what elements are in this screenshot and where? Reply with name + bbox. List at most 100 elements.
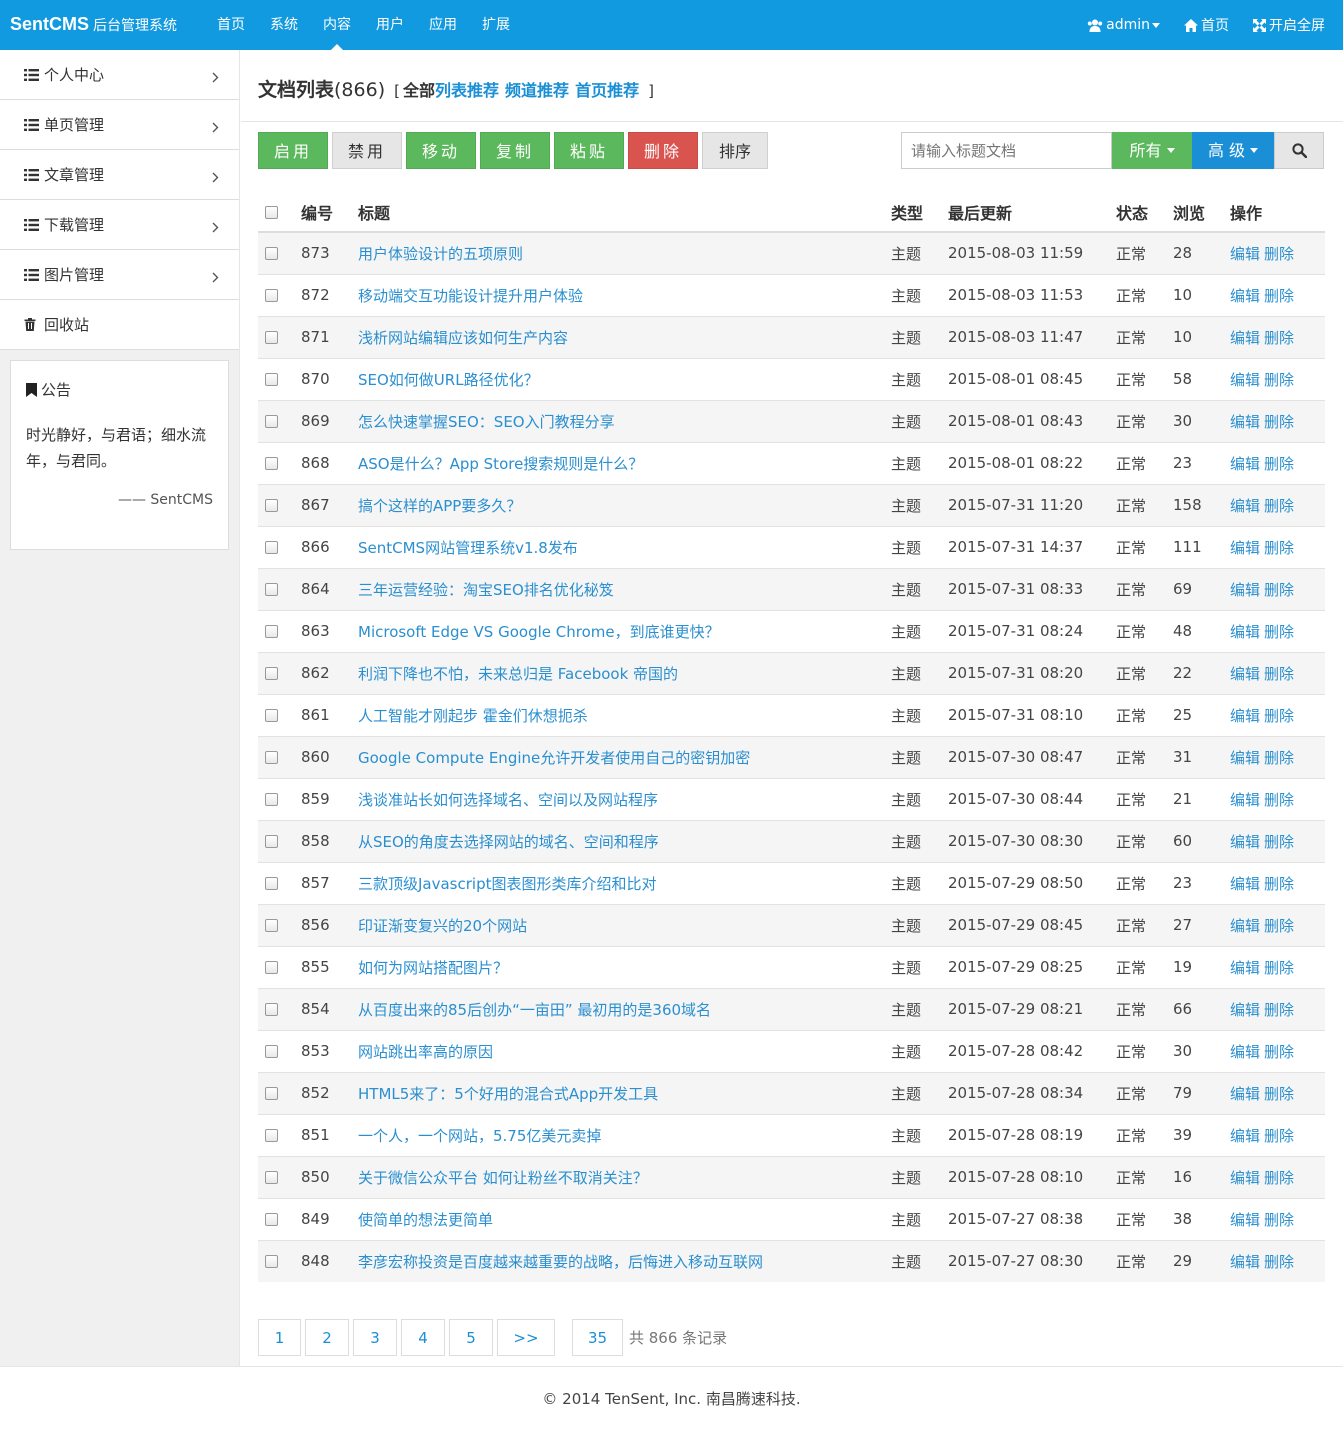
row-checkbox[interactable]: [265, 289, 278, 302]
row-title-link[interactable]: 搞个这样的APP要多久？: [358, 497, 521, 515]
header-views[interactable]: 浏览: [1173, 190, 1230, 233]
row-title-link[interactable]: 三款顶级Javascript图表图形类库介绍和比对: [358, 875, 657, 893]
row-checkbox[interactable]: [265, 499, 278, 512]
delete-link[interactable]: 删除: [1264, 371, 1294, 389]
row-checkbox[interactable]: [265, 1087, 278, 1100]
row-title-link[interactable]: 印证渐变复兴的20个网站: [358, 917, 527, 935]
delete-link[interactable]: 删除: [1264, 749, 1294, 767]
delete-link[interactable]: 删除: [1264, 1127, 1294, 1145]
edit-link[interactable]: 编辑: [1230, 1127, 1260, 1145]
row-checkbox[interactable]: [265, 919, 278, 932]
page-button-1[interactable]: 1: [258, 1319, 301, 1356]
edit-link[interactable]: 编辑: [1230, 1169, 1260, 1187]
edit-link[interactable]: 编辑: [1230, 371, 1260, 389]
row-title-link[interactable]: 关于微信公众平台 如何让粉丝不取消关注？: [358, 1169, 648, 1187]
filter-list-recommend[interactable]: 列表推荐: [435, 81, 499, 100]
edit-link[interactable]: 编辑: [1230, 1001, 1260, 1019]
sidebar-item-recycle-bin[interactable]: 回收站: [0, 300, 239, 350]
delete-link[interactable]: 删除: [1264, 581, 1294, 599]
page-button-4[interactable]: 4: [401, 1319, 445, 1356]
select-all-checkbox[interactable]: [265, 206, 278, 219]
header-type[interactable]: 类型: [891, 190, 948, 233]
delete-button[interactable]: 删除: [628, 132, 698, 169]
edit-link[interactable]: 编辑: [1230, 1211, 1260, 1229]
edit-link[interactable]: 编辑: [1230, 245, 1260, 263]
edit-link[interactable]: 编辑: [1230, 539, 1260, 557]
nav-item-apps[interactable]: 应用: [429, 0, 457, 50]
row-checkbox[interactable]: [265, 1003, 278, 1016]
row-checkbox[interactable]: [265, 1171, 278, 1184]
delete-link[interactable]: 删除: [1264, 455, 1294, 473]
delete-link[interactable]: 删除: [1264, 707, 1294, 725]
row-title-link[interactable]: SentCMS网站管理系统v1.8发布: [358, 539, 578, 557]
edit-link[interactable]: 编辑: [1230, 581, 1260, 599]
edit-link[interactable]: 编辑: [1230, 1253, 1260, 1271]
delete-link[interactable]: 删除: [1264, 245, 1294, 263]
sidebar-item-profile[interactable]: 个人中心: [0, 50, 239, 100]
search-button[interactable]: [1274, 132, 1324, 169]
paste-button[interactable]: 粘贴: [554, 132, 624, 169]
nav-item-system[interactable]: 系统: [270, 0, 298, 50]
page-next-button[interactable]: >>: [497, 1319, 555, 1356]
filter-home-recommend[interactable]: 首页推荐: [575, 81, 639, 100]
delete-link[interactable]: 删除: [1264, 1169, 1294, 1187]
edit-link[interactable]: 编辑: [1230, 329, 1260, 347]
row-checkbox[interactable]: [265, 751, 278, 764]
edit-link[interactable]: 编辑: [1230, 833, 1260, 851]
search-input[interactable]: [901, 132, 1112, 169]
delete-link[interactable]: 删除: [1264, 959, 1294, 977]
row-checkbox[interactable]: [265, 1255, 278, 1269]
delete-link[interactable]: 删除: [1264, 413, 1294, 431]
row-checkbox[interactable]: [265, 415, 278, 428]
row-title-link[interactable]: ASO是什么？App Store搜索规则是什么？: [358, 455, 643, 473]
row-title-link[interactable]: 李彦宏称投资是百度越来越重要的战略，后悔进入移动互联网: [358, 1253, 763, 1271]
edit-link[interactable]: 编辑: [1230, 1043, 1260, 1061]
edit-link[interactable]: 编辑: [1230, 959, 1260, 977]
nav-item-home[interactable]: 首页: [217, 0, 245, 50]
delete-link[interactable]: 删除: [1264, 791, 1294, 809]
brand-logo[interactable]: SentCMS 后台管理系统: [10, 14, 177, 35]
page-button-35[interactable]: 35: [572, 1319, 623, 1356]
nav-item-extensions[interactable]: 扩展: [482, 0, 510, 50]
row-checkbox[interactable]: [265, 793, 278, 806]
page-button-2[interactable]: 2: [305, 1319, 349, 1356]
delete-link[interactable]: 删除: [1264, 1253, 1294, 1271]
status-filter-dropdown[interactable]: 所有: [1112, 132, 1192, 169]
row-title-link[interactable]: 浅析网站编辑应该如何生产内容: [358, 329, 568, 347]
edit-link[interactable]: 编辑: [1230, 287, 1260, 305]
row-title-link[interactable]: 从SEO的角度去选择网站的域名、空间和程序: [358, 833, 659, 851]
edit-link[interactable]: 编辑: [1230, 749, 1260, 767]
delete-link[interactable]: 删除: [1264, 875, 1294, 893]
delete-link[interactable]: 删除: [1264, 497, 1294, 515]
filter-channel-recommend[interactable]: 频道推荐: [505, 81, 569, 100]
edit-link[interactable]: 编辑: [1230, 665, 1260, 683]
row-title-link[interactable]: 人工智能才刚起步 霍金们休想扼杀: [358, 707, 588, 725]
row-checkbox[interactable]: [265, 877, 278, 890]
row-title-link[interactable]: HTML5来了：5个好用的混合式App开发工具: [358, 1085, 658, 1103]
delete-link[interactable]: 删除: [1264, 1085, 1294, 1103]
row-title-link[interactable]: 网站跳出率高的原因: [358, 1043, 493, 1061]
edit-link[interactable]: 编辑: [1230, 413, 1260, 431]
row-checkbox[interactable]: [265, 709, 278, 722]
row-checkbox[interactable]: [265, 961, 278, 974]
row-title-link[interactable]: Google Compute Engine允许开发者使用自己的密钥加密: [358, 749, 750, 767]
header-title[interactable]: 标题: [358, 190, 891, 233]
disable-button[interactable]: 禁用: [332, 132, 402, 169]
page-button-5[interactable]: 5: [449, 1319, 493, 1356]
nav-item-users[interactable]: 用户: [376, 0, 404, 50]
row-checkbox[interactable]: [265, 457, 278, 470]
copy-button[interactable]: 复制: [480, 132, 550, 169]
header-status[interactable]: 状态: [1116, 190, 1173, 233]
row-title-link[interactable]: SEO如何做URL路径优化？: [358, 371, 539, 389]
edit-link[interactable]: 编辑: [1230, 623, 1260, 641]
user-menu[interactable]: admin: [1087, 17, 1160, 33]
edit-link[interactable]: 编辑: [1230, 497, 1260, 515]
row-checkbox[interactable]: [265, 541, 278, 554]
delete-link[interactable]: 删除: [1264, 287, 1294, 305]
delete-link[interactable]: 删除: [1264, 833, 1294, 851]
move-button[interactable]: 移动: [406, 132, 476, 169]
row-title-link[interactable]: 使简单的想法更简单: [358, 1211, 493, 1229]
row-checkbox[interactable]: [265, 1129, 278, 1142]
row-title-link[interactable]: 移动端交互功能设计提升用户体验: [358, 287, 583, 305]
row-title-link[interactable]: Microsoft Edge VS Google Chrome，到底谁更快？: [358, 623, 720, 641]
